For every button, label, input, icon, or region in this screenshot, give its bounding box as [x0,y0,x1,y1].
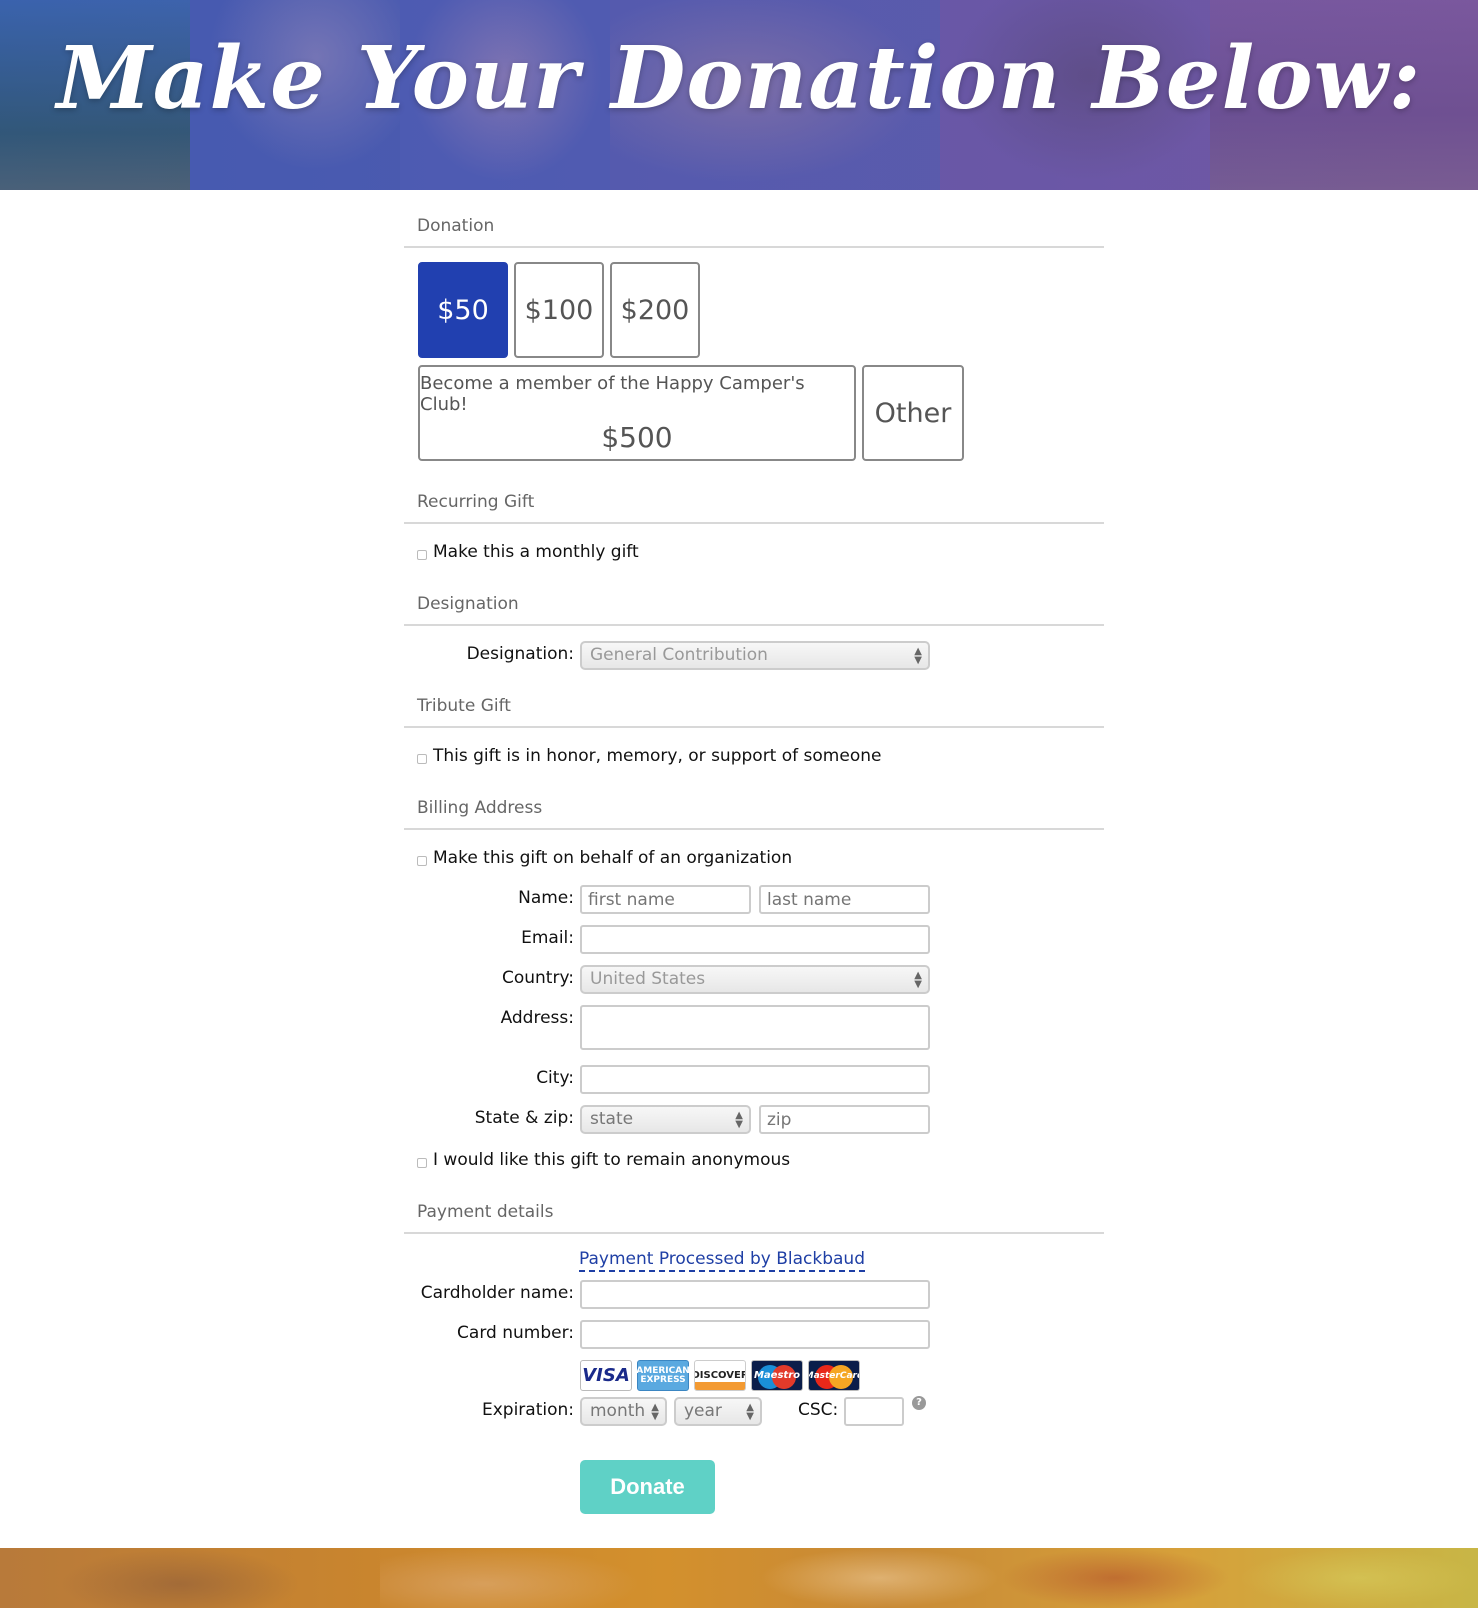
select-arrows-icon: ▲ ▼ [914,970,922,990]
footer-photo [1240,1548,1478,1608]
footer-banner [0,1548,1478,1608]
footer-photo [760,1548,1000,1608]
country-label: Country: [501,968,574,988]
state-placeholder: state [590,1109,634,1129]
month-placeholder: month [590,1401,646,1421]
expiration-year-select[interactable]: year ▲ ▼ [674,1397,762,1426]
state-zip-label: State & zip: [474,1108,574,1128]
section-designation-heading: Designation [404,584,1104,626]
select-arrows-icon: ▲ ▼ [735,1110,743,1130]
expiration-label: Expiration: [481,1400,574,1420]
amex-icon: AMERICAN EXPRESS [636,1360,690,1391]
tribute-label: This gift is in honor, memory, or suppor… [433,746,882,766]
blackbaud-link[interactable]: Payment Processed by Blackbaud [579,1248,865,1272]
section-tribute-heading: Tribute Gift [404,686,1104,728]
club-membership-button[interactable]: Become a member of the Happy Camper's Cl… [418,365,856,461]
expiration-month-select[interactable]: month ▲ ▼ [580,1397,667,1426]
footer-photo [380,1548,640,1608]
designation-label: Designation: [466,644,574,664]
city-input[interactable] [580,1065,930,1094]
select-arrows-icon: ▲ ▼ [914,646,922,666]
anonymous-row: I would like this gift to remain anonymo… [417,1150,790,1170]
club-membership-text: Become a member of the Happy Camper's Cl… [420,372,805,415]
page-title: Make Your Donation Below: [56,28,1422,129]
select-arrows-icon: ▲ ▼ [746,1402,754,1422]
club-membership-amount: $500 [601,420,673,454]
anonymous-checkbox[interactable] [417,1158,427,1168]
amount-200-button[interactable]: $200 [610,262,700,358]
other-amount-button[interactable]: Other [862,365,964,461]
email-input[interactable] [580,925,930,954]
designation-select[interactable]: General Contribution ▲ ▼ [580,641,930,670]
anonymous-label: I would like this gift to remain anonymo… [433,1150,791,1170]
year-placeholder: year [684,1401,722,1421]
monthly-gift-checkbox[interactable] [417,550,427,560]
tribute-checkbox[interactable] [417,754,427,764]
organization-label: Make this gift on behalf of an organizat… [433,848,793,868]
section-payment-heading: Payment details [404,1192,1104,1234]
email-label: Email: [521,928,574,948]
section-billing-heading: Billing Address [404,788,1104,830]
card-number-label: Card number: [457,1323,574,1343]
amount-50-button[interactable]: $50 [418,262,508,358]
footer-photo [1000,1548,1230,1608]
footer-photo [60,1548,300,1608]
monthly-gift-label: Make this a monthly gift [433,542,639,562]
maestro-icon: Maestro [751,1360,803,1391]
section-recurring-heading: Recurring Gift [404,482,1104,524]
zip-input[interactable] [759,1105,930,1134]
address-input[interactable] [580,1005,930,1050]
card-logos: VISA AMERICAN EXPRESS DISCOVER Maestro M… [580,1360,860,1391]
csc-input[interactable] [844,1397,904,1426]
donate-button[interactable]: Donate [580,1460,715,1514]
name-label: Name: [518,888,574,908]
designation-selected-value: General Contribution [590,645,768,665]
card-number-input[interactable] [580,1320,930,1349]
header-banner: Make Your Donation Below: [0,0,1478,190]
organization-row: Make this gift on behalf of an organizat… [417,848,792,868]
tribute-row: This gift is in honor, memory, or suppor… [417,746,881,766]
cardholder-input[interactable] [580,1280,930,1309]
city-label: City: [536,1068,574,1088]
state-select[interactable]: state ▲ ▼ [580,1105,751,1134]
country-select[interactable]: United States ▲ ▼ [580,965,930,994]
country-selected-value: United States [590,969,706,989]
last-name-input[interactable] [759,885,930,914]
discover-icon: DISCOVER [694,1360,746,1391]
organization-checkbox[interactable] [417,856,427,866]
monthly-gift-row: Make this a monthly gift [417,542,639,562]
cardholder-label: Cardholder name: [420,1283,574,1303]
help-icon[interactable]: ? [912,1396,926,1410]
visa-icon: VISA [580,1360,632,1391]
csc-label: CSC: [798,1400,839,1420]
address-label: Address: [500,1008,574,1028]
amount-100-button[interactable]: $100 [514,262,604,358]
first-name-input[interactable] [580,885,751,914]
mastercard-icon: MasterCard [808,1360,860,1391]
section-donation-heading: Donation [404,206,1104,248]
select-arrows-icon: ▲ ▼ [651,1402,659,1422]
